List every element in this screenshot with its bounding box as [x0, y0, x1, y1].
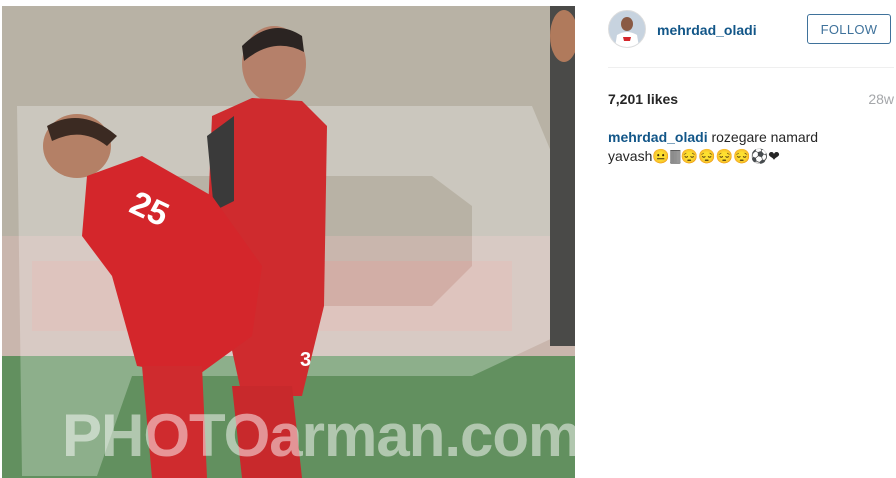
instagram-post-view: 3 25 PHOTOarman.com mehrdad_oladi FOLLOW… — [0, 0, 896, 478]
watermark-text: PHOTOarman.com — [62, 402, 575, 469]
caption-username-link[interactable]: mehrdad_oladi — [608, 129, 708, 145]
post-age[interactable]: 28w — [868, 91, 894, 107]
user-avatar[interactable] — [608, 10, 646, 48]
avatar-image — [609, 11, 645, 47]
standing-player-number: 3 — [300, 349, 311, 371]
likes-count[interactable]: 7,201 likes — [608, 91, 678, 107]
post-header: mehrdad_oladi FOLLOW — [608, 10, 894, 50]
username-link[interactable]: mehrdad_oladi — [657, 22, 757, 38]
header-divider — [608, 67, 894, 68]
post-photo[interactable]: 3 25 PHOTOarman.com — [2, 6, 575, 478]
post-photo-illustration: 3 25 PHOTOarman.com — [2, 6, 575, 478]
follow-button[interactable]: FOLLOW — [807, 14, 891, 44]
post-caption: mehrdad_oladi rozegare namard yavash😐🀫😔😔… — [608, 128, 848, 166]
post-sidebar: mehrdad_oladi FOLLOW 7,201 likes 28w meh… — [608, 0, 894, 478]
